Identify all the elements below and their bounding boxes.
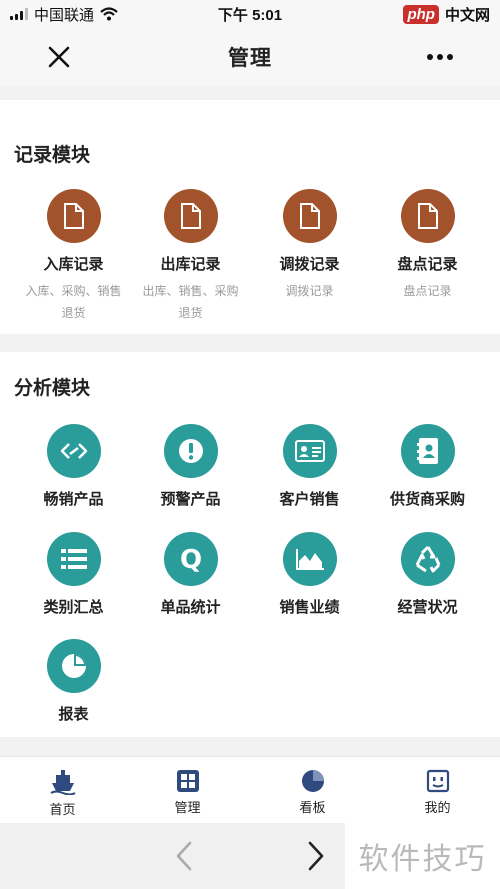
item-desc-line: 出库、销售、采购: [142, 284, 239, 298]
document-icon: [163, 189, 218, 243]
brand-badge: php: [403, 4, 439, 24]
item-label: 类别汇总: [43, 599, 104, 616]
nav-home[interactable]: 首页: [0, 757, 125, 823]
item-desc: 出库、销售、采购 退货: [128, 280, 253, 324]
item-label: 入库记录: [43, 256, 104, 273]
divider: [0, 86, 500, 100]
document-icon: [400, 189, 455, 243]
analysis-item-item-stats[interactable]: Q 单品统计: [128, 532, 253, 617]
analysis-item-operating-status[interactable]: 经营状况: [365, 532, 490, 617]
list-icon: [46, 532, 101, 586]
alert-icon: [163, 424, 218, 478]
brand-text: 中文网: [444, 6, 490, 24]
status-right: php 中文网: [403, 4, 490, 25]
item-label: 单品统计: [160, 599, 221, 616]
record-section: 记录模块 入库记录 入库、采购、销售 退货 出库记录 出库、销售、采购 退货 调…: [0, 120, 500, 334]
address-book-icon: [400, 424, 455, 478]
item-label: 调拨记录: [279, 256, 340, 273]
grid-icon: [176, 770, 199, 792]
analysis-section: 分析模块 畅销产品 预警产品 客户销售 供货商采购 类别汇总 Q 单品统计 销售…: [0, 352, 500, 737]
face-icon: [426, 769, 449, 793]
watermark: 软件技巧: [345, 823, 500, 889]
item-label: 出库记录: [160, 256, 221, 273]
top-band: [0, 100, 500, 120]
nav-board[interactable]: 看板: [250, 757, 375, 823]
status-left: 中国联通: [10, 4, 118, 25]
area-chart-icon: [282, 532, 337, 586]
carrier-name: 中国联通: [34, 6, 95, 24]
section-title: 分析模块: [14, 378, 91, 399]
back-arrow-icon[interactable]: [170, 839, 200, 873]
analysis-item-supplier-purchase[interactable]: 供货商采购: [365, 424, 490, 509]
close-icon: [48, 46, 70, 68]
nav-mine[interactable]: 我的: [375, 757, 500, 823]
item-desc-line: 调拨记录: [285, 284, 334, 298]
item-desc-line: 退货: [61, 306, 86, 320]
title-bar: 管理: [0, 28, 500, 86]
pie-icon: [301, 770, 324, 792]
item-label: 预警产品: [160, 491, 221, 508]
item-desc-line: 退货: [178, 306, 203, 320]
item-label: 客户销售: [279, 491, 340, 508]
item-label: 畅销产品: [43, 491, 104, 508]
item-label: 供货商采购: [389, 491, 465, 508]
page-title: 管理: [228, 47, 272, 70]
forward-arrow-icon[interactable]: [300, 839, 330, 873]
link-chain-icon: [46, 424, 101, 478]
analysis-item-reports[interactable]: 报表: [11, 639, 136, 724]
bottom-nav: 首页 管理 看板 我的: [0, 756, 500, 823]
wifi-icon: [100, 7, 118, 21]
analysis-item-best-sellers[interactable]: 畅销产品: [11, 424, 136, 509]
nav-label: 首页: [49, 802, 76, 817]
item-desc-line: 盘点记录: [403, 284, 452, 298]
analysis-item-category-summary[interactable]: 类别汇总: [11, 532, 136, 617]
nav-label: 我的: [424, 800, 451, 815]
item-label: 盘点记录: [397, 256, 458, 273]
analysis-item-warning-products[interactable]: 预警产品: [128, 424, 253, 509]
browser-toolbar: 软件技巧: [0, 823, 500, 889]
item-label: 销售业绩: [279, 599, 340, 616]
record-item-outbound[interactable]: 出库记录 出库、销售、采购 退货: [128, 189, 253, 324]
item-desc: 入库、采购、销售 退货: [11, 280, 136, 324]
letter-q-icon: Q: [163, 532, 218, 586]
item-label: 经营状况: [397, 599, 458, 616]
status-bar: 中国联通 下午 5:01 php 中文网: [0, 0, 500, 28]
analysis-item-customer-sales[interactable]: 客户销售: [247, 424, 372, 509]
document-icon: [282, 189, 337, 243]
svg-text:Q: Q: [179, 545, 201, 574]
recycle-icon: [400, 532, 455, 586]
status-time: 下午 5:01: [217, 6, 283, 24]
nav-label: 看板: [299, 800, 326, 815]
analysis-item-sales-performance[interactable]: 销售业绩: [247, 532, 372, 617]
more-button[interactable]: [420, 40, 460, 74]
record-item-transfer[interactable]: 调拨记录 调拨记录: [247, 189, 372, 302]
nav-manage[interactable]: 管理: [125, 757, 250, 823]
more-dot: [427, 54, 433, 60]
item-label: 报表: [58, 706, 89, 723]
id-card-icon: [282, 424, 337, 478]
section-title: 记录模块: [14, 145, 91, 166]
close-button[interactable]: [42, 40, 76, 74]
item-desc: 调拨记录: [247, 280, 372, 302]
nav-label: 管理: [174, 800, 201, 815]
signal-icon: [10, 8, 28, 20]
pie-chart-icon: [46, 639, 101, 693]
document-icon: [46, 189, 101, 243]
item-desc-line: 入库、采购、销售: [25, 284, 122, 298]
ship-icon: [49, 770, 76, 795]
item-desc: 盘点记录: [365, 280, 490, 302]
record-item-inbound[interactable]: 入库记录 入库、采购、销售 退货: [11, 189, 136, 324]
more-dot: [437, 54, 443, 60]
record-item-stocktake[interactable]: 盘点记录 盘点记录: [365, 189, 490, 302]
more-dot: [447, 54, 453, 60]
